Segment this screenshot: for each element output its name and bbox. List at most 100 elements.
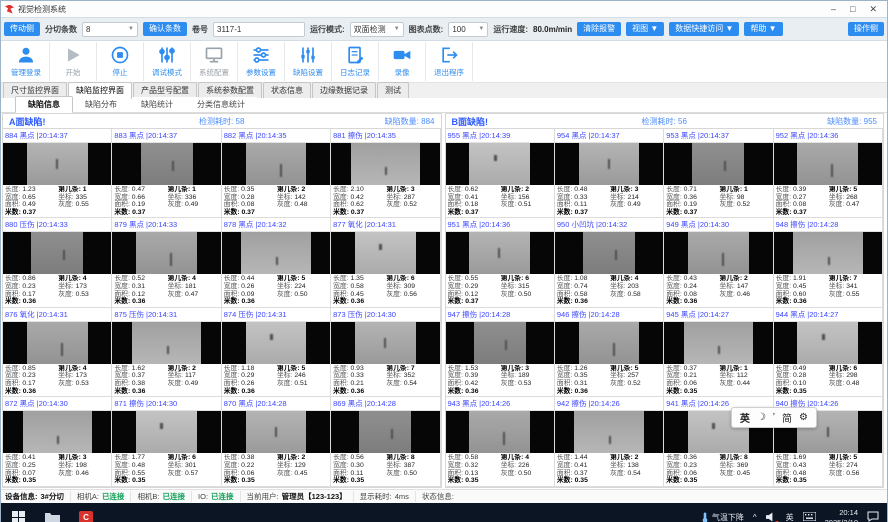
defect-cell[interactable]: 872 黑点 |20:14:30 长度: 0.41 宽度: 0.25 面积: 0…: [3, 397, 112, 486]
exit-program-button[interactable]: 退出程序: [426, 42, 473, 81]
ime-punctuation-icon[interactable]: ’: [773, 412, 775, 423]
system-config-button[interactable]: 系统配置: [191, 42, 238, 81]
defect-image[interactable]: [222, 143, 330, 185]
defect-cell[interactable]: 878 黑点 |20:14:32 长度: 0.44 宽度: 0.26 面积: 0…: [222, 218, 331, 307]
tray-expand-chevron[interactable]: ^: [753, 513, 757, 522]
defect-image[interactable]: [446, 232, 554, 274]
ime-halfwidth-icon[interactable]: ☽: [757, 412, 766, 423]
defect-cell[interactable]: 879 黑点 |20:14:33 长度: 0.52 宽度: 0.31 面积: 0…: [112, 218, 221, 307]
defect-image[interactable]: [222, 232, 330, 274]
defect-image[interactable]: [664, 143, 772, 185]
defect-cell[interactable]: 869 黑点 |20:14:28 长度: 0.56 宽度: 0.30 面积: 0…: [331, 397, 440, 486]
defect-cell[interactable]: 870 黑点 |20:14:28 长度: 0.38 宽度: 0.22 面积: 0…: [222, 397, 331, 486]
notification-center-icon[interactable]: [867, 511, 879, 522]
defect-image[interactable]: [3, 232, 111, 274]
defect-cell[interactable]: 955 黑点 |20:14:39 长度: 0.62 宽度: 0.41 面积: 0…: [446, 129, 555, 218]
defect-cell[interactable]: 945 黑点 |20:14:27 长度: 0.37 宽度: 0.21 面积: 0…: [664, 308, 773, 397]
defect-image[interactable]: [112, 143, 220, 185]
view-menu-button[interactable]: 视图 ▼: [626, 22, 664, 36]
defect-cell[interactable]: 950 小凹坑 |20:14:32 长度: 1.08 宽度: 0.74 面积: …: [555, 218, 664, 307]
defect-image[interactable]: [555, 143, 663, 185]
defect-image[interactable]: [331, 232, 439, 274]
defect-image[interactable]: [555, 411, 663, 453]
defect-cell[interactable]: 942 擦伤 |20:14:26 长度: 1.44 宽度: 0.41 面积: 0…: [555, 397, 664, 486]
defect-image[interactable]: [446, 411, 554, 453]
stop-button[interactable]: 停止: [97, 42, 144, 81]
start-button[interactable]: 开始: [50, 42, 97, 81]
parameter-settings-button[interactable]: 参数设置: [238, 42, 285, 81]
ime-simplified-mode[interactable]: 简: [782, 410, 792, 425]
defect-cell[interactable]: 948 擦伤 |20:14:28 长度: 1.91 宽度: 0.45 面积: 0…: [774, 218, 883, 307]
defect-image[interactable]: [446, 322, 554, 364]
defect-image[interactable]: [112, 232, 220, 274]
ime-lang-mode[interactable]: 英: [740, 410, 750, 425]
ime-settings-gear-icon[interactable]: ⚙: [799, 412, 808, 423]
clear-alarm-button[interactable]: 清除报警: [577, 22, 621, 36]
tab-system-param-config[interactable]: 系统参数配置: [198, 82, 262, 98]
defect-cell[interactable]: 876 氧化 |20:14:31 长度: 0.85 宽度: 0.23 面积: 0…: [3, 308, 112, 397]
taskbar-inspection-app-button[interactable]: C: [69, 503, 103, 522]
drive-side-button[interactable]: 传动侧: [4, 22, 40, 36]
run-mode-select[interactable]: 双面检测▼: [350, 22, 404, 37]
defect-image[interactable]: [112, 322, 220, 364]
defect-cell[interactable]: 949 黑点 |20:14:30 长度: 0.43 宽度: 0.24 面积: 0…: [664, 218, 773, 307]
tab-defect-monitor[interactable]: 缺陷监控界面: [68, 82, 132, 99]
volume-icon[interactable]: [766, 512, 777, 522]
subtab-defect-statistics[interactable]: 缺陷统计: [129, 97, 185, 112]
defect-image[interactable]: [3, 411, 111, 453]
close-button[interactable]: ✕: [869, 4, 877, 14]
defect-cell[interactable]: 871 擦伤 |20:14:30 长度: 1.77 宽度: 0.48 面积: 0…: [112, 397, 221, 486]
defect-image[interactable]: [774, 143, 882, 185]
ime-language-bar[interactable]: 英 ☽ ’ 简 ⚙: [731, 407, 817, 428]
subtab-defect-distribution[interactable]: 缺陷分布: [73, 97, 129, 112]
roll-number-input[interactable]: 3117-1: [213, 22, 305, 37]
taskbar-clock[interactable]: 20:14 2025/2/10: [825, 508, 858, 522]
defect-image[interactable]: [331, 322, 439, 364]
tab-status-info[interactable]: 状态信息: [263, 82, 311, 98]
defect-cell[interactable]: 883 黑点 |20:14:37 长度: 0.47 宽度: 0.66 面积: 0…: [112, 129, 221, 218]
log-record-button[interactable]: 日志记录: [332, 42, 379, 81]
tab-test[interactable]: 测试: [377, 82, 409, 98]
start-button[interactable]: [1, 503, 35, 522]
tab-edge-data-record[interactable]: 边缘数据记录: [312, 82, 376, 98]
defect-cell[interactable]: 873 压伤 |20:14:30 长度: 0.93 宽度: 0.33 面积: 0…: [331, 308, 440, 397]
defect-cell[interactable]: 874 压伤 |20:14:31 长度: 1.18 宽度: 0.29 面积: 0…: [222, 308, 331, 397]
debug-mode-button[interactable]: 调试模式: [144, 42, 191, 81]
defect-image[interactable]: [664, 232, 772, 274]
subtab-class-info-statistics[interactable]: 分类信息统计: [185, 97, 257, 112]
defect-image[interactable]: [112, 411, 220, 453]
weather-tray-item[interactable]: 气温下降: [701, 512, 744, 522]
defect-cell[interactable]: 954 黑点 |20:14:37 长度: 0.48 宽度: 0.33 面积: 0…: [555, 129, 664, 218]
subtab-defect-info[interactable]: 缺陷信息: [15, 96, 73, 113]
touch-keyboard-icon[interactable]: [803, 512, 816, 522]
defect-image[interactable]: [664, 322, 772, 364]
defect-image[interactable]: [446, 143, 554, 185]
defect-cell[interactable]: 881 擦伤 |20:14:35 长度: 2.10 宽度: 0.42 面积: 0…: [331, 129, 440, 218]
defect-cell[interactable]: 953 黑点 |20:14:37 长度: 0.71 宽度: 0.36 面积: 0…: [664, 129, 773, 218]
defect-cell[interactable]: 882 黑点 |20:14:35 长度: 0.35 宽度: 0.28 面积: 0…: [222, 129, 331, 218]
defect-image[interactable]: [3, 143, 111, 185]
defect-cell[interactable]: 943 黑点 |20:14:26 长度: 0.58 宽度: 0.32 面积: 0…: [446, 397, 555, 486]
admin-login-button[interactable]: 管理登录: [3, 42, 50, 81]
defect-image[interactable]: [3, 322, 111, 364]
defect-image[interactable]: [555, 232, 663, 274]
defect-cell[interactable]: 877 氧化 |20:14:31 长度: 1.35 宽度: 0.58 面积: 0…: [331, 218, 440, 307]
tab-product-model-config[interactable]: 产品型号配置: [133, 82, 197, 98]
defect-cell[interactable]: 875 压伤 |20:14:31 长度: 1.62 宽度: 0.37 面积: 0…: [112, 308, 221, 397]
defect-image[interactable]: [222, 322, 330, 364]
data-quick-access-menu-button[interactable]: 数据快捷访问 ▼: [669, 22, 739, 36]
defect-image[interactable]: [774, 322, 882, 364]
confirm-count-button[interactable]: 确认条数: [143, 22, 187, 36]
slit-count-select[interactable]: 8▼: [82, 22, 138, 37]
defect-image[interactable]: [555, 322, 663, 364]
defect-cell[interactable]: 946 擦伤 |20:14:28 长度: 1.26 宽度: 0.35 面积: 0…: [555, 308, 664, 397]
defect-image[interactable]: [222, 411, 330, 453]
defect-cell[interactable]: 951 黑点 |20:14:36 长度: 0.55 宽度: 0.29 面积: 0…: [446, 218, 555, 307]
ime-tray-indicator[interactable]: 英: [786, 512, 794, 522]
defect-cell[interactable]: 884 黑点 |20:14:37 长度: 1.23 宽度: 0.65 面积: 0…: [3, 129, 112, 218]
operator-side-button[interactable]: 操作侧: [848, 22, 884, 36]
defect-image[interactable]: [331, 411, 439, 453]
minimize-button[interactable]: –: [831, 4, 836, 14]
chart-points-select[interactable]: 100▼: [448, 22, 488, 37]
taskbar-file-explorer-button[interactable]: [35, 503, 69, 522]
